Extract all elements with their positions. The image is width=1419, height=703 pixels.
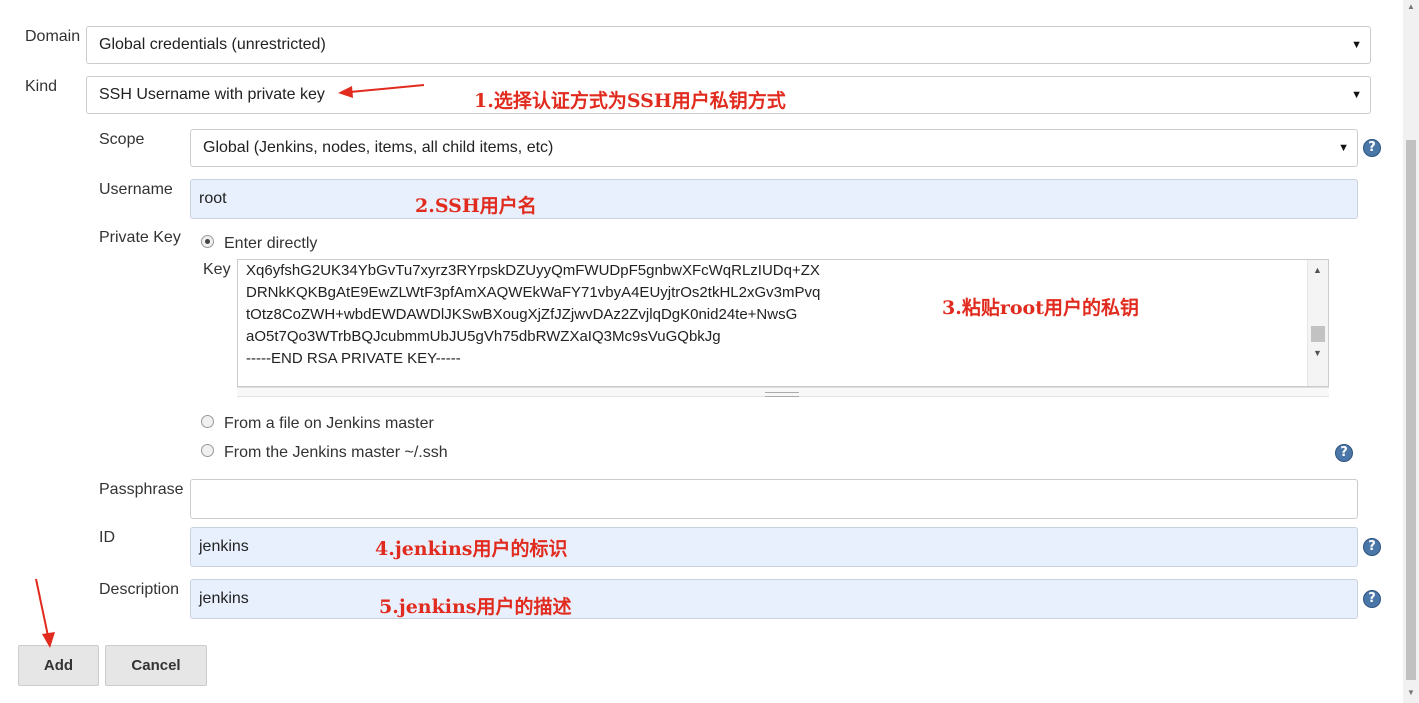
arrow-to-kind-icon <box>338 84 425 98</box>
scroll-up-icon[interactable]: ▲ <box>1407 2 1415 11</box>
page-scrollbar-thumb[interactable] <box>1406 140 1416 680</box>
arrow-to-add-icon <box>35 578 55 648</box>
annotation-arrows <box>35 84 425 648</box>
scroll-down-icon[interactable]: ▼ <box>1407 688 1415 697</box>
page-scrollbar[interactable]: ▲ ▼ <box>1403 0 1419 703</box>
